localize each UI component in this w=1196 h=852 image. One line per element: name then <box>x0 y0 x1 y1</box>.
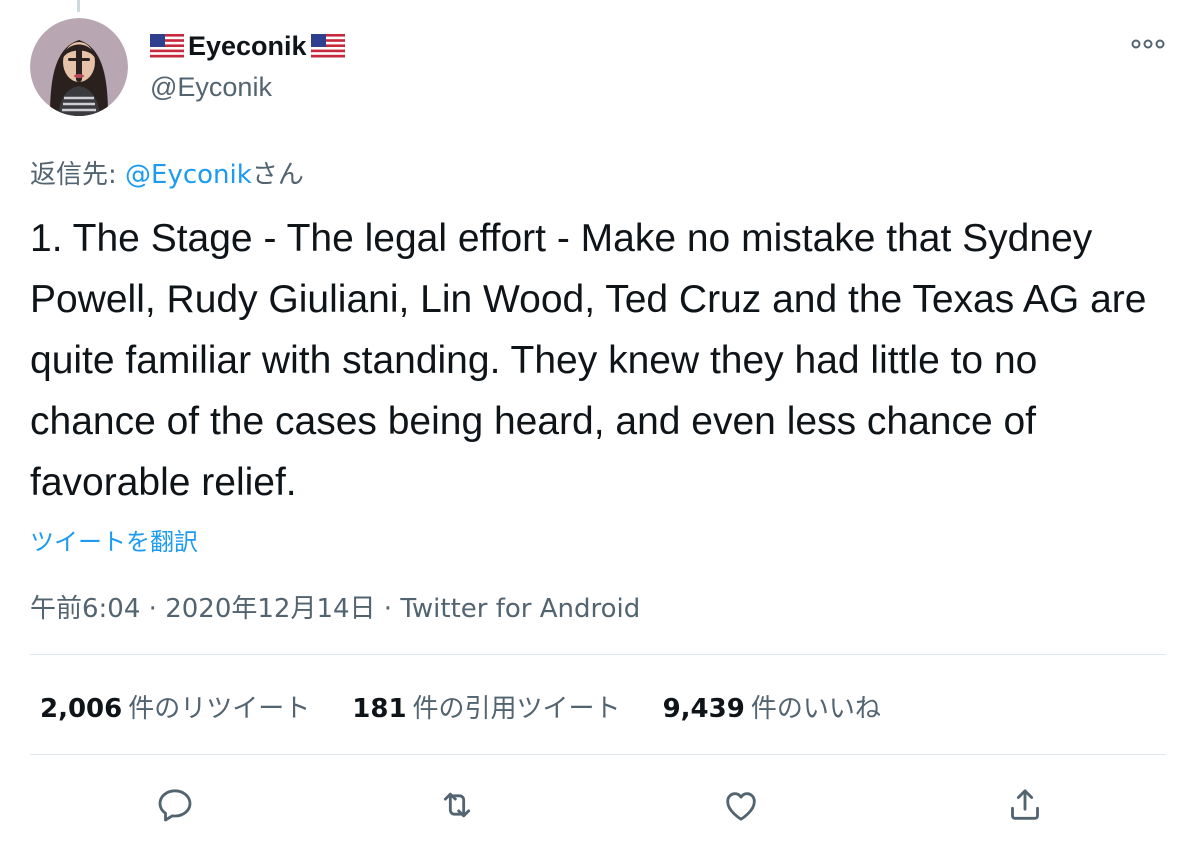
likes-count: 9,439 <box>662 694 745 724</box>
tweet-date: 2020年12月14日 <box>165 594 376 624</box>
tweet-source-link[interactable]: Twitter for Android <box>400 594 640 624</box>
more-options-button[interactable] <box>1126 30 1170 58</box>
tweet-actions-bar <box>0 782 1196 832</box>
likes-stat[interactable]: 9,439 件のいいね <box>663 688 881 725</box>
avatar[interactable] <box>30 18 128 116</box>
quote-tweets-label: 件の引用ツイート <box>412 694 621 724</box>
translate-tweet-link[interactable]: ツイートを翻訳 <box>30 522 198 557</box>
display-name: Eyeconik <box>188 30 307 61</box>
author-handle[interactable]: @Eyconik <box>150 72 345 103</box>
tweet-header: Eyeconik @Eyconik <box>30 18 1170 118</box>
us-flag-icon <box>310 33 345 59</box>
author-names: Eyeconik @Eyconik <box>149 30 345 103</box>
tweet-time-link[interactable]: 午前6:04 · 2020年12月14日 <box>30 594 376 624</box>
like-button[interactable] <box>718 782 764 828</box>
tweet-text: 1. The Stage - The legal effort - Make n… <box>30 217 1147 504</box>
reply-to-line: 返信先: @Eyconikさん <box>30 154 304 191</box>
retweet-button[interactable] <box>434 782 480 828</box>
reply-prefix: 返信先: <box>30 160 126 190</box>
retweets-label: 件のリツイート <box>128 694 311 724</box>
share-button[interactable] <box>1002 782 1048 828</box>
tweet-meta: 午前6:04 · 2020年12月14日 · Twitter for Andro… <box>30 588 640 625</box>
reply-icon <box>158 789 192 822</box>
like-icon <box>726 792 756 821</box>
quote-tweets-count: 181 <box>352 694 407 724</box>
divider <box>30 754 1166 755</box>
reply-suffix: さん <box>251 160 304 190</box>
retweets-stat[interactable]: 2,006 件のリツイート <box>40 688 310 725</box>
meta-separator: · <box>375 594 401 624</box>
reply-button[interactable] <box>152 782 198 828</box>
meta-separator: · <box>140 594 166 624</box>
more-dots-icon <box>1131 39 1165 49</box>
divider <box>30 654 1166 655</box>
quote-tweets-stat[interactable]: 181 件の引用ツイート <box>352 688 620 725</box>
retweet-icon <box>443 792 471 818</box>
thread-connector-line <box>77 0 80 12</box>
us-flag-icon <box>149 33 185 59</box>
likes-label: 件のいいね <box>750 694 881 724</box>
engagement-stats: 2,006 件のリツイート 181 件の引用ツイート 9,439 件のいいね <box>40 688 881 725</box>
display-name-row[interactable]: Eyeconik <box>149 30 345 62</box>
retweets-count: 2,006 <box>40 694 123 724</box>
reply-target-link[interactable]: @Eyconik <box>125 160 252 190</box>
tweet-time: 午前6:04 <box>30 594 141 624</box>
share-icon <box>1011 789 1039 820</box>
